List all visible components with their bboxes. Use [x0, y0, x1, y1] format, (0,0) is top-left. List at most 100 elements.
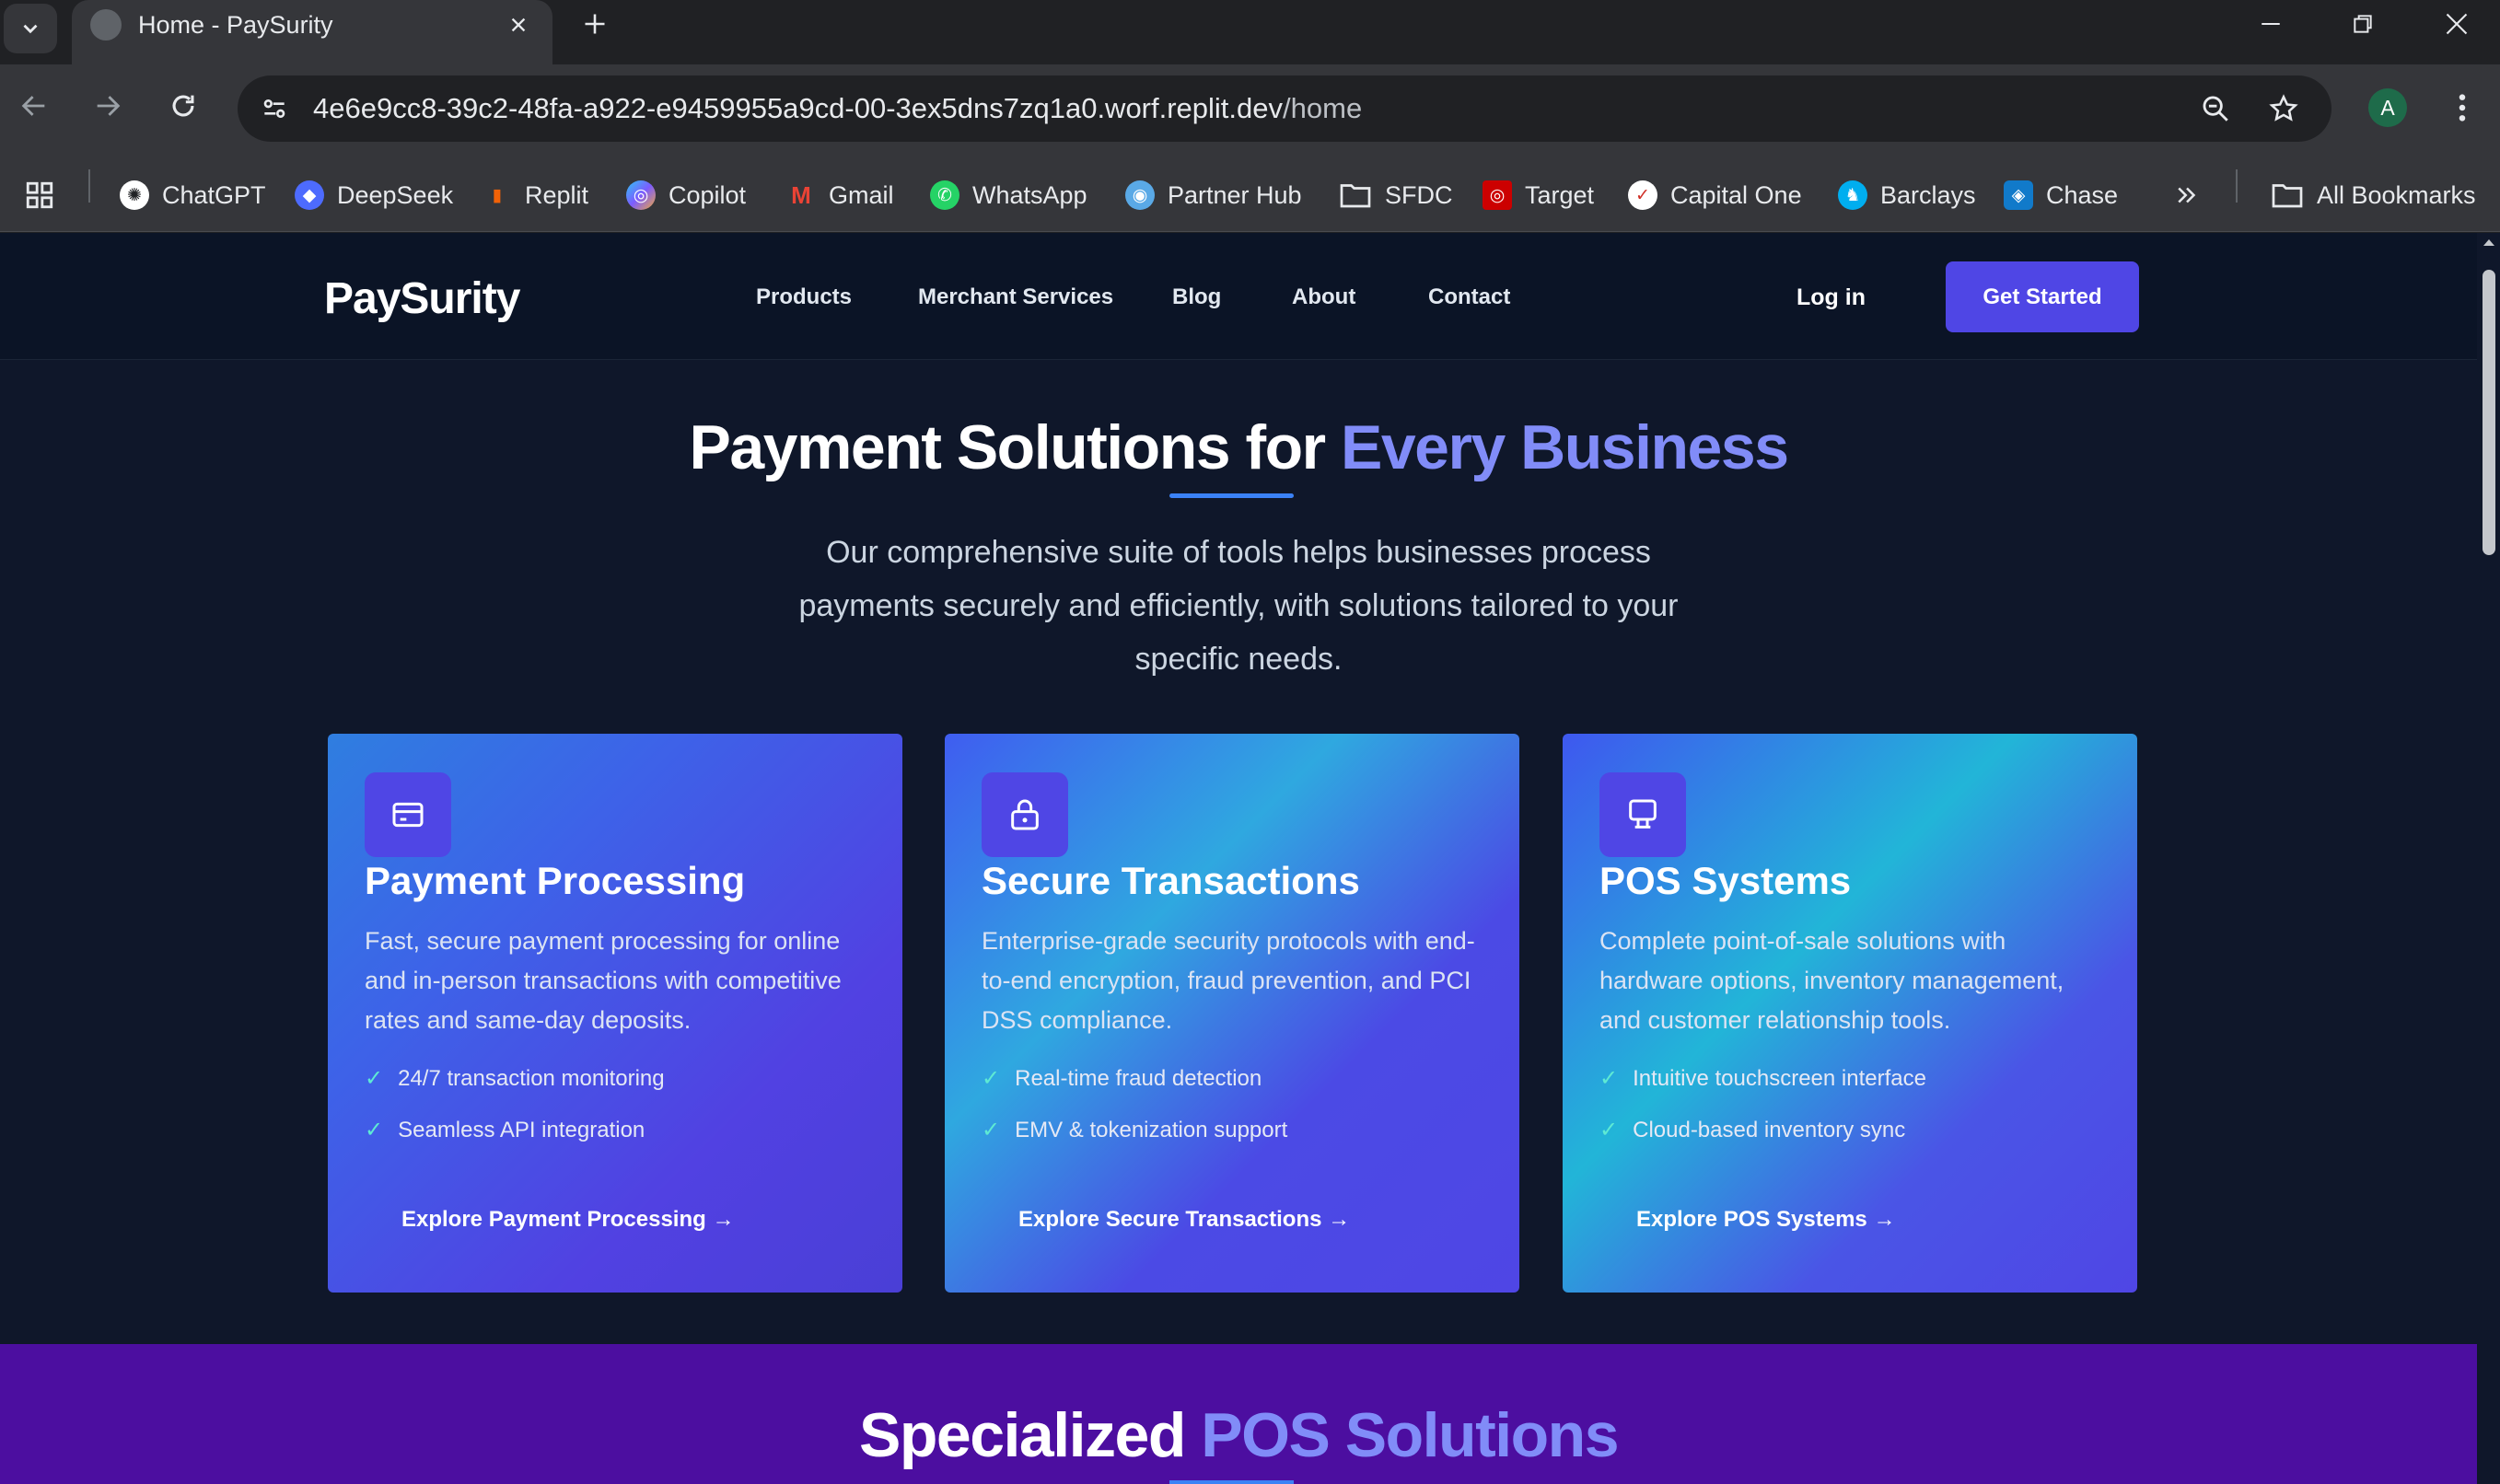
reload-icon	[172, 95, 194, 117]
address-bar[interactable]: 4e6e9cc8-39c2-48fa-a922-e9459955a9cd-00-…	[238, 75, 2331, 142]
hero-title-accent: Every Business	[1341, 412, 1789, 482]
new-tab-button[interactable]	[576, 6, 613, 42]
minimize-icon	[2262, 23, 2280, 25]
nav-about[interactable]: About	[1292, 284, 1355, 310]
apps-grid-icon	[26, 181, 53, 209]
arrow-right-icon	[97, 96, 121, 116]
plus-icon	[585, 14, 605, 34]
check-icon: ✓	[1599, 1118, 1619, 1142]
url-text: 4e6e9cc8-39c2-48fa-a922-e9459955a9cd-00-…	[313, 92, 1362, 125]
all-bookmarks-label: All Bookmarks	[2317, 180, 2476, 209]
card-description: Complete point-of-sale solutions with ha…	[1599, 927, 2064, 1034]
apps-button[interactable]	[24, 177, 55, 214]
nav-blog[interactable]: Blog	[1172, 284, 1221, 310]
login-link[interactable]: Log in	[1797, 284, 1866, 311]
explore-pos-systems-link[interactable]: Explore POS Systems →	[1636, 1207, 1895, 1233]
check-icon: ✓	[1599, 1066, 1619, 1091]
bookmark-label: Gmail	[829, 180, 894, 209]
close-tab-button[interactable]	[503, 9, 534, 41]
url-host: 4e6e9cc8-39c2-48fa-a922-e9459955a9cd-00-…	[313, 92, 1284, 124]
minimize-button[interactable]	[2225, 0, 2317, 48]
all-bookmarks-button[interactable]: All Bookmarks	[2271, 177, 2476, 214]
nav-contact[interactable]: Contact	[1428, 284, 1510, 310]
browser-menu-button[interactable]	[2444, 87, 2481, 129]
folder-icon	[1340, 184, 1371, 208]
feature-label: EMV & tokenization support	[1015, 1118, 1288, 1142]
card-title: Secure Transactions	[982, 859, 1360, 902]
bookmark-gmail[interactable]: M Gmail	[786, 177, 894, 214]
page-scrollbar[interactable]	[2477, 233, 2500, 1484]
chase-icon: ◈	[2004, 180, 2033, 210]
explore-payment-processing-link[interactable]: Explore Payment Processing →	[401, 1207, 734, 1233]
close-icon	[2446, 13, 2468, 35]
card-description: Fast, secure payment processing for onli…	[365, 927, 842, 1034]
feature-label: Seamless API integration	[398, 1118, 645, 1142]
site-logo[interactable]: PaySurity	[324, 273, 520, 324]
bookmark-label: Copilot	[669, 180, 747, 209]
restore-icon	[2354, 15, 2372, 33]
active-tab[interactable]: Home - PaySurity	[72, 0, 552, 64]
bookmark-target[interactable]: ◎ Target	[1483, 177, 1594, 214]
bookmark-capital-one[interactable]: ✓ Capital One	[1628, 177, 1802, 214]
nav-products[interactable]: Products	[756, 284, 852, 310]
bookmark-star-icon[interactable]	[2263, 88, 2304, 129]
globe-icon	[90, 9, 122, 41]
bookmark-whatsapp[interactable]: ✆ WhatsApp	[930, 177, 1087, 214]
bookmark-label: Capital One	[1670, 180, 1802, 209]
feature-label: Intuitive touchscreen interface	[1633, 1066, 1926, 1091]
back-button[interactable]	[13, 85, 55, 127]
bookmark-copilot[interactable]: ◎ Copilot	[626, 177, 746, 214]
bookmark-deepseek[interactable]: ◆ DeepSeek	[295, 177, 453, 214]
browser-toolbar: 4e6e9cc8-39c2-48fa-a922-e9459955a9cd-00-…	[0, 64, 2500, 164]
credit-card-icon	[365, 772, 451, 857]
bookmark-chatgpt[interactable]: ✺ ChatGPT	[120, 177, 266, 214]
hero-title-main: Payment Solutions for	[689, 412, 1341, 482]
site-header: PaySurity Products Merchant Services Blo…	[0, 233, 2477, 360]
bookmark-barclays[interactable]: ♞ Barclays	[1838, 177, 1976, 214]
card-payment-processing: Payment Processing Fast, secure payment …	[328, 734, 902, 1293]
scroll-up-icon[interactable]	[2482, 237, 2496, 248]
bookmark-chase[interactable]: ◈ Chase	[2004, 177, 2118, 214]
bookmark-sfdc[interactable]: SFDC	[1339, 177, 1453, 214]
card-description: Enterprise-grade security protocols with…	[982, 927, 1475, 1034]
bookmark-label: Barclays	[1880, 180, 1976, 209]
restore-button[interactable]	[2317, 0, 2409, 48]
scrollbar-thumb[interactable]	[2483, 270, 2495, 555]
bookmark-label: Target	[1525, 180, 1595, 209]
forward-button[interactable]	[87, 85, 129, 127]
profile-avatar[interactable]: A	[2368, 88, 2407, 127]
pos-terminal-icon	[1599, 772, 1686, 857]
bookmark-label: ChatGPT	[162, 180, 266, 209]
feature-item: ✓ Seamless API integration	[365, 1117, 645, 1143]
hero-underline	[1169, 493, 1294, 498]
gmail-icon: M	[791, 180, 811, 209]
zoom-icon[interactable]	[2195, 88, 2236, 129]
tab-title: Home - PaySurity	[138, 11, 333, 39]
more-bookmarks-button[interactable]	[2173, 177, 2201, 214]
bookmark-partner-hub[interactable]: ◉ Partner Hub	[1125, 177, 1302, 214]
close-icon	[511, 17, 526, 32]
reload-button[interactable]	[162, 85, 204, 127]
lock-icon	[982, 772, 1068, 857]
tab-search-button[interactable]	[4, 4, 57, 53]
close-window-button[interactable]	[2411, 0, 2500, 48]
bookmark-label: WhatsApp	[972, 180, 1087, 209]
get-started-button[interactable]: Get Started	[1946, 261, 2139, 332]
hero-subtitle: Our comprehensive suite of tools helps b…	[798, 535, 1679, 677]
feature-item: ✓ Intuitive touchscreen interface	[1599, 1065, 1926, 1092]
check-icon: ✓	[982, 1066, 1001, 1091]
explore-secure-transactions-link[interactable]: Explore Secure Transactions →	[1018, 1207, 1350, 1233]
nav-merchant-services[interactable]: Merchant Services	[918, 284, 1113, 310]
card-pos-systems: POS Systems Complete point-of-sale solut…	[1563, 734, 2137, 1293]
site-settings-icon[interactable]	[254, 88, 295, 129]
feature-item: ✓ 24/7 transaction monitoring	[365, 1065, 665, 1092]
double-chevron-right-icon	[2178, 187, 2196, 203]
bookmark-label: Partner Hub	[1168, 180, 1302, 209]
barclays-icon: ♞	[1838, 180, 1867, 210]
feature-item: ✓ EMV & tokenization support	[982, 1117, 1287, 1143]
target-icon: ◎	[1483, 180, 1512, 210]
url-path: /home	[1283, 92, 1363, 124]
feature-label: Real-time fraud detection	[1015, 1066, 1262, 1091]
bookmark-replit[interactable]: ▮ Replit	[483, 177, 588, 214]
feature-label: 24/7 transaction monitoring	[398, 1066, 665, 1091]
